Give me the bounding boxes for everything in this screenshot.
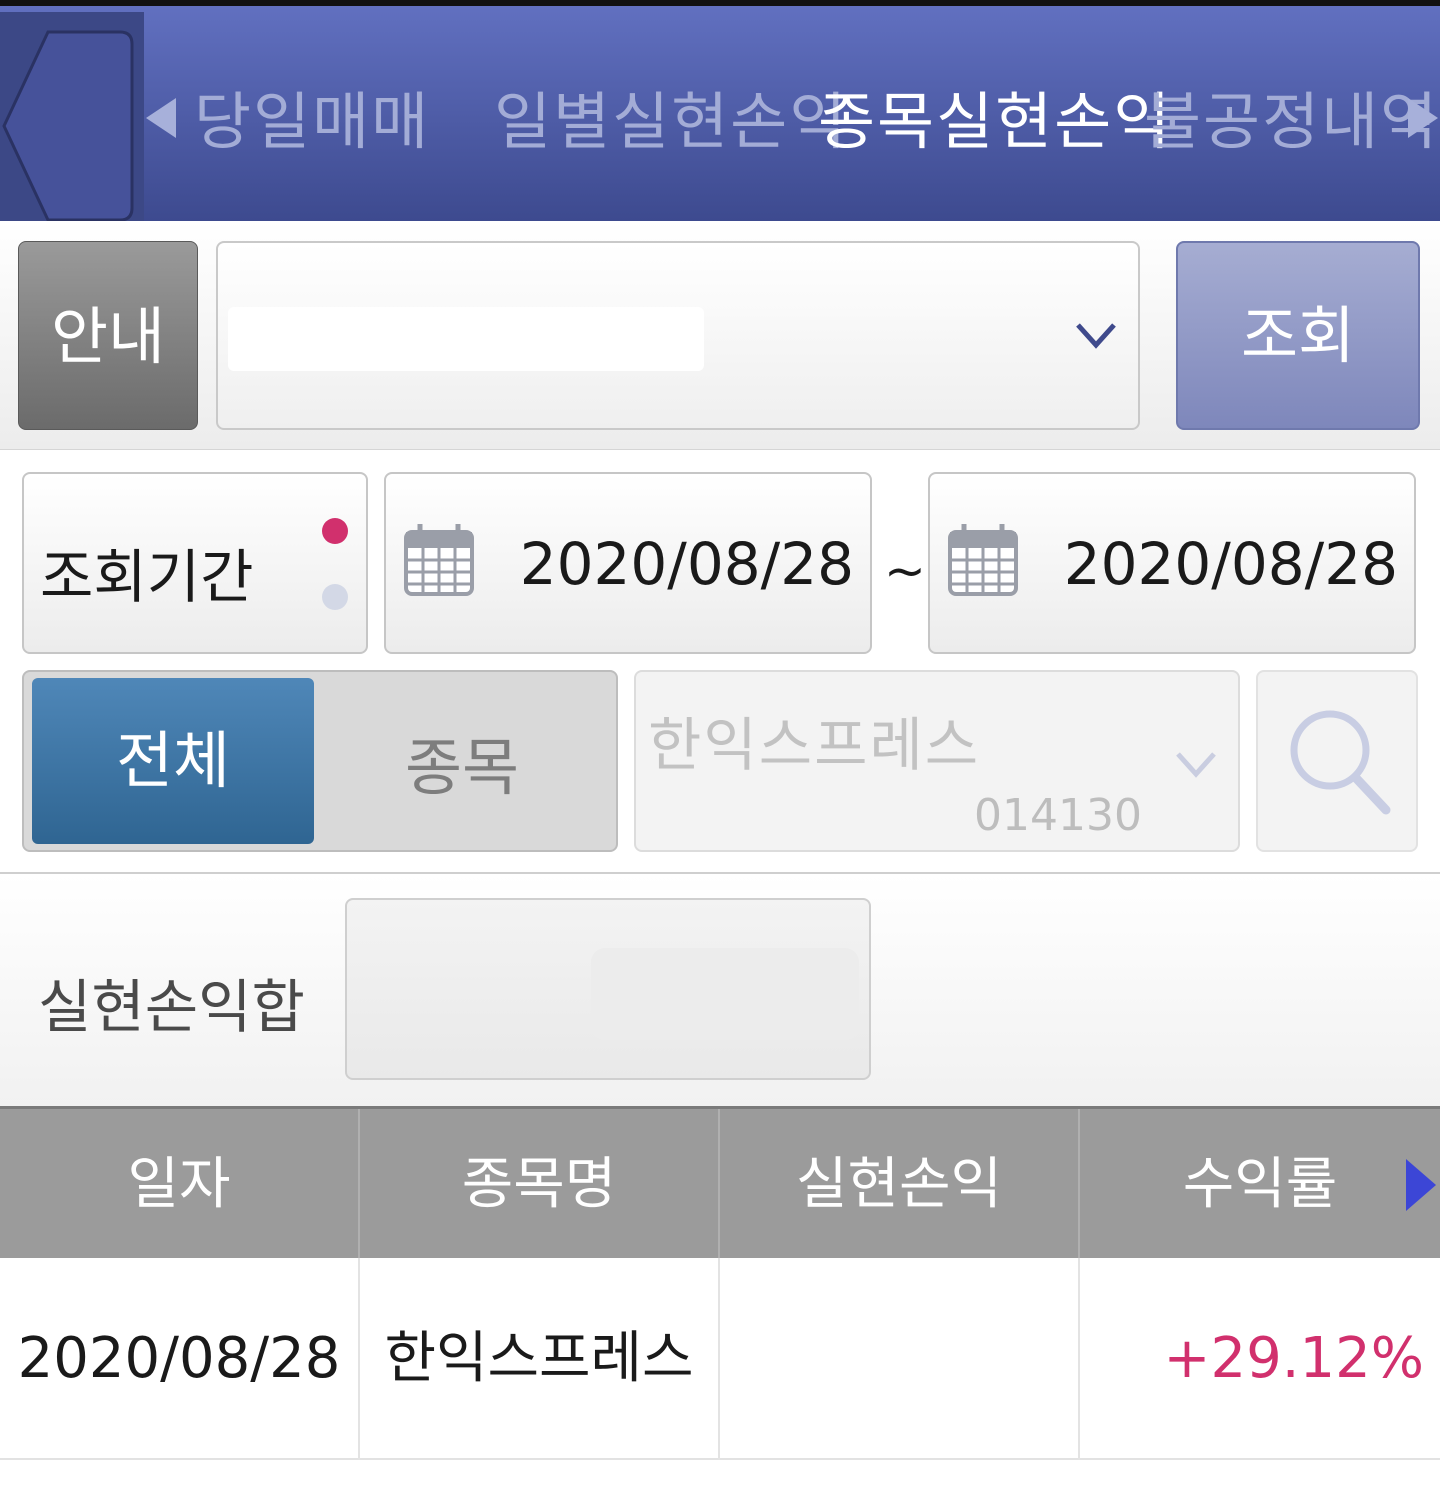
cell-return-rate: +29.12%	[1163, 1326, 1424, 1391]
column-header-stock-name: 종목명	[360, 1109, 720, 1261]
start-date-field[interactable]: 2020/08/28	[384, 472, 872, 654]
info-button[interactable]: 안내	[18, 241, 198, 430]
account-number-masked	[228, 307, 704, 371]
column-header-date: 일자	[0, 1109, 360, 1261]
cell-realized-pnl	[720, 1258, 1080, 1460]
tab-stock-realized-pnl[interactable]: 종목실현손익	[818, 82, 1172, 162]
cell-date: 2020/08/28	[0, 1258, 360, 1460]
calendar-icon	[948, 524, 1018, 596]
stock-select[interactable]: 한익스프레스 014130	[634, 670, 1240, 852]
tab-daily-trades[interactable]: 당일매매	[194, 82, 430, 162]
cell-stock-name: 한익스프레스	[360, 1258, 720, 1460]
next-columns-arrow-icon[interactable]	[1406, 1159, 1436, 1211]
summary-row: 실현손익합	[0, 874, 1440, 1106]
table-row[interactable]: 2020/08/28 한익스프레스 +29.12%	[0, 1258, 1440, 1460]
back-button[interactable]	[0, 12, 144, 227]
period-dot-active	[322, 518, 348, 544]
chevron-down-icon	[1076, 323, 1116, 349]
search-icon	[1290, 710, 1391, 815]
filter-panel: 조회기간 2020/08/28 ~ 2020/08/28 전체 종목 한익스프레…	[0, 450, 1440, 874]
chevron-down-icon	[1176, 752, 1216, 778]
tab-unfair-trades[interactable]: 불공정내역	[1144, 82, 1439, 162]
segment-all-button[interactable]: 전체	[32, 678, 314, 844]
start-date-value: 2020/08/28	[519, 530, 854, 598]
period-dot-inactive	[322, 584, 348, 610]
realized-pnl-sum-value-masked	[591, 948, 859, 1040]
top-tab-bar: 당일매매 일별실현손익 종목실현손익 불공정내역	[0, 0, 1440, 227]
realized-pnl-sum-label: 실현손익합	[38, 973, 305, 1041]
table-header: 일자 종목명 실현손익 수익률	[0, 1106, 1440, 1261]
calendar-icon	[404, 524, 474, 596]
scope-segmented-control: 전체 종목	[22, 670, 618, 852]
tab-scroll-left-icon[interactable]	[146, 98, 176, 138]
tab-scroll-right-icon[interactable]	[1408, 98, 1438, 138]
realized-pnl-sum-field	[345, 898, 871, 1080]
stock-name: 한익스프레스	[648, 711, 981, 779]
date-range-separator: ~	[884, 542, 926, 600]
stock-search-button[interactable]	[1256, 670, 1418, 852]
query-button[interactable]: 조회	[1176, 241, 1420, 430]
column-header-return-rate: 수익률	[1182, 1152, 1338, 1217]
column-header-realized-pnl: 실현손익	[720, 1109, 1080, 1261]
segment-stock-button[interactable]: 종목	[314, 678, 610, 844]
account-select[interactable]	[216, 241, 1140, 430]
back-arrow-icon	[2, 30, 134, 222]
tab-daily-realized-pnl[interactable]: 일별실현손익	[494, 82, 848, 162]
period-selector[interactable]: 조회기간	[22, 472, 368, 654]
end-date-value: 2020/08/28	[1063, 530, 1398, 598]
end-date-field[interactable]: 2020/08/28	[928, 472, 1416, 654]
account-row: 안내 조회	[0, 221, 1440, 450]
period-label: 조회기간	[40, 543, 254, 611]
stock-code: 014130	[974, 790, 1142, 841]
